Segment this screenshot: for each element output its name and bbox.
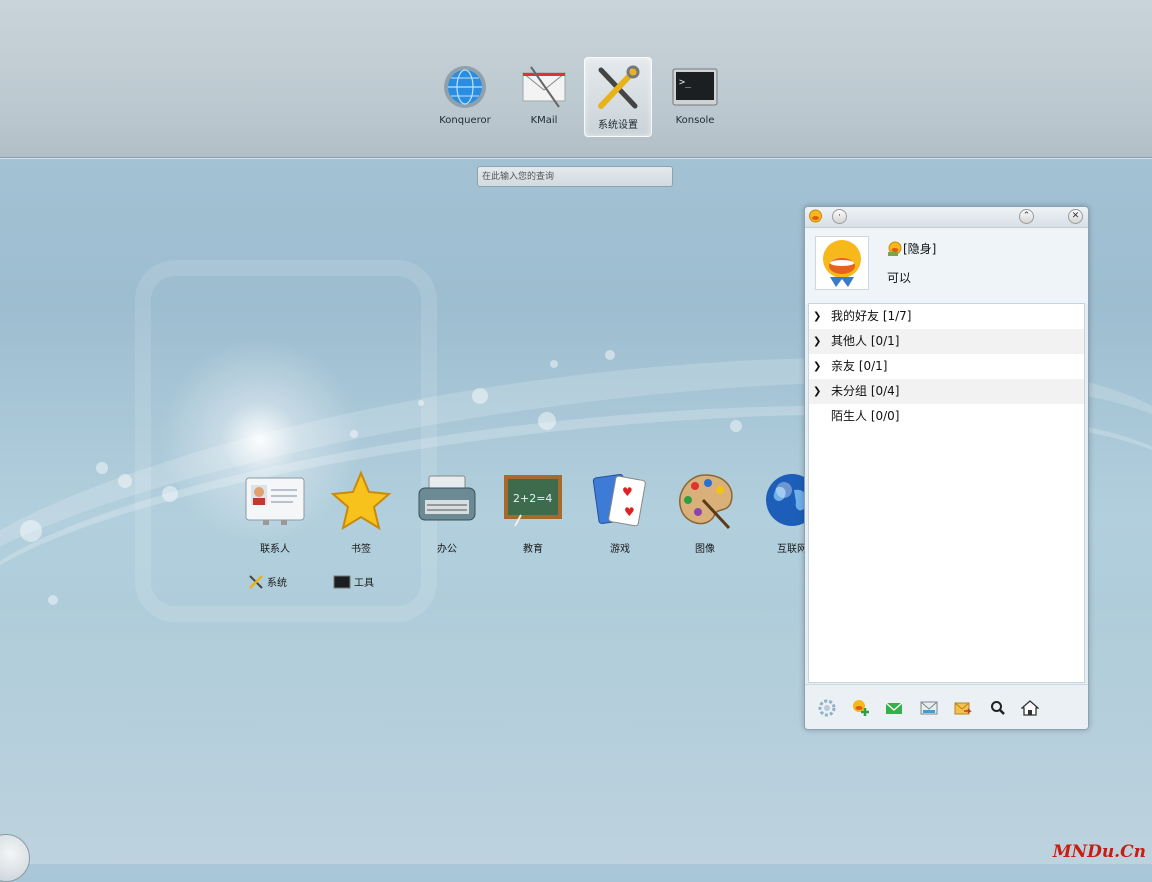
message-icon[interactable]: [885, 699, 903, 717]
group-label: 未分组 [0/4]: [831, 384, 900, 398]
category-label: 教育: [523, 544, 543, 555]
favorite-konsole[interactable]: >_ Konsole: [662, 57, 728, 135]
avatar[interactable]: [815, 236, 869, 290]
category-label: 办公: [437, 544, 457, 555]
background-bubble: [472, 388, 488, 404]
subcategory-label: 工具: [354, 578, 374, 589]
qq-penguin-icon: [823, 240, 861, 287]
svg-text:♥: ♥: [622, 485, 633, 499]
favorite-kmail[interactable]: KMail: [511, 57, 577, 135]
favorite-system-settings[interactable]: 系统设置: [584, 57, 652, 137]
favorite-label: Konsole: [675, 115, 715, 126]
qq-profile-header: [隐身] 可以: [805, 228, 1088, 304]
settings-tools-icon: [593, 64, 643, 112]
background-bubble: [96, 462, 108, 474]
subcategory-system[interactable]: 系统: [248, 574, 287, 589]
category-games[interactable]: ♥ ♥ 游戏: [580, 470, 660, 555]
group-label: 陌生人 [0/0]: [831, 409, 900, 423]
background-bubble: [20, 520, 42, 542]
bottom-toolbar: [805, 684, 1088, 729]
category-label: 书签: [351, 544, 371, 555]
transfer-icon[interactable]: [954, 699, 972, 717]
background-bubble: [48, 595, 58, 605]
watermark-text: MNDu.Cn: [1052, 842, 1146, 862]
search-box[interactable]: [477, 166, 673, 187]
background-bubble: [350, 430, 358, 438]
svg-text:2+2=4: 2+2=4: [513, 492, 552, 505]
group-others[interactable]: ❯ 其他人 [0/1]: [809, 329, 1084, 354]
chevron-right-icon: ❯: [813, 386, 822, 397]
group-my-friends[interactable]: ❯ 我的好友 [1/7]: [809, 304, 1084, 329]
home-icon[interactable]: [1021, 699, 1039, 717]
category-label: 图像: [695, 544, 715, 555]
category-label: 游戏: [610, 544, 630, 555]
favorites-bar: Konqueror KMail 系统设置 >_ Konsole: [0, 0, 1152, 158]
category-education[interactable]: 2+2=4 教育: [493, 470, 573, 555]
background-bubble: [538, 412, 556, 430]
chevron-right-icon: ❯: [813, 336, 822, 347]
window-menu-button[interactable]: ·: [832, 209, 847, 224]
terminal-icon: [333, 575, 351, 588]
settings-icon[interactable]: [818, 699, 836, 717]
svg-text:♥: ♥: [624, 505, 635, 519]
group-family[interactable]: ❯ 亲友 [0/1]: [809, 354, 1084, 379]
favorite-label: 系统设置: [598, 120, 638, 131]
group-label: 亲友 [0/1]: [831, 359, 888, 373]
chevron-right-icon: ❯: [813, 361, 822, 372]
group-label: 我的好友 [1/7]: [831, 309, 912, 323]
qq-window: · ⌃ ✕ [隐身] 可以 ❯ 我的好友 [1/7] ❯ 其他人 [0/1] ❯…: [804, 206, 1089, 730]
status-selector[interactable]: [隐身]: [887, 240, 936, 257]
subcategory-utilities[interactable]: 工具: [333, 574, 374, 589]
chevron-right-icon: ❯: [813, 311, 822, 322]
background-bubble: [550, 360, 558, 368]
favorite-label: KMail: [530, 115, 558, 126]
terminal-icon: >_: [670, 63, 720, 111]
window-titlebar[interactable]: · ⌃ ✕: [805, 207, 1088, 228]
group-strangers[interactable]: 陌生人 [0/0]: [809, 404, 1084, 429]
favorite-konqueror[interactable]: Konqueror: [432, 57, 498, 135]
search-input[interactable]: [478, 167, 672, 186]
add-contact-icon[interactable]: [852, 699, 870, 717]
window-collapse-button[interactable]: ⌃: [1019, 209, 1034, 224]
globe-icon: [440, 63, 490, 111]
contact-group-list: ❯ 我的好友 [1/7] ❯ 其他人 [0/1] ❯ 亲友 [0/1] ❯ 未分…: [808, 303, 1085, 683]
paint-palette-icon: [673, 470, 737, 532]
star-icon: [329, 470, 393, 532]
search-icon[interactable]: [989, 699, 1007, 717]
typewriter-icon: [415, 470, 479, 532]
status-hidden-icon: [888, 241, 902, 256]
svg-text:>_: >_: [679, 77, 692, 88]
mailbox-icon[interactable]: [920, 699, 938, 717]
category-graphics[interactable]: 图像: [665, 470, 745, 555]
category-contacts[interactable]: 联系人: [235, 470, 315, 555]
subcategory-label: 系统: [267, 578, 287, 589]
contact-card-icon: [243, 470, 307, 532]
category-office[interactable]: 办公: [407, 470, 487, 555]
group-ungrouped[interactable]: ❯ 未分组 [0/4]: [809, 379, 1084, 404]
category-bookmarks[interactable]: 书签: [321, 470, 401, 555]
background-bubble: [418, 400, 424, 406]
background-bubble: [605, 350, 615, 360]
background-bubble: [162, 486, 178, 502]
group-label: 其他人 [0/1]: [831, 334, 900, 348]
category-label: 联系人: [260, 544, 290, 555]
background-bubble: [730, 420, 742, 432]
chalkboard-icon: 2+2=4: [501, 470, 565, 532]
window-close-button[interactable]: ✕: [1068, 209, 1083, 224]
favorite-label: Konqueror: [439, 115, 491, 126]
status-text: [隐身]: [903, 242, 937, 256]
playing-cards-icon: ♥ ♥: [588, 470, 652, 532]
tools-icon: [249, 574, 263, 589]
qq-logo-icon: [809, 209, 822, 223]
mail-icon: [519, 63, 569, 111]
background-bubble: [118, 474, 132, 488]
signature-text[interactable]: 可以: [887, 269, 911, 286]
